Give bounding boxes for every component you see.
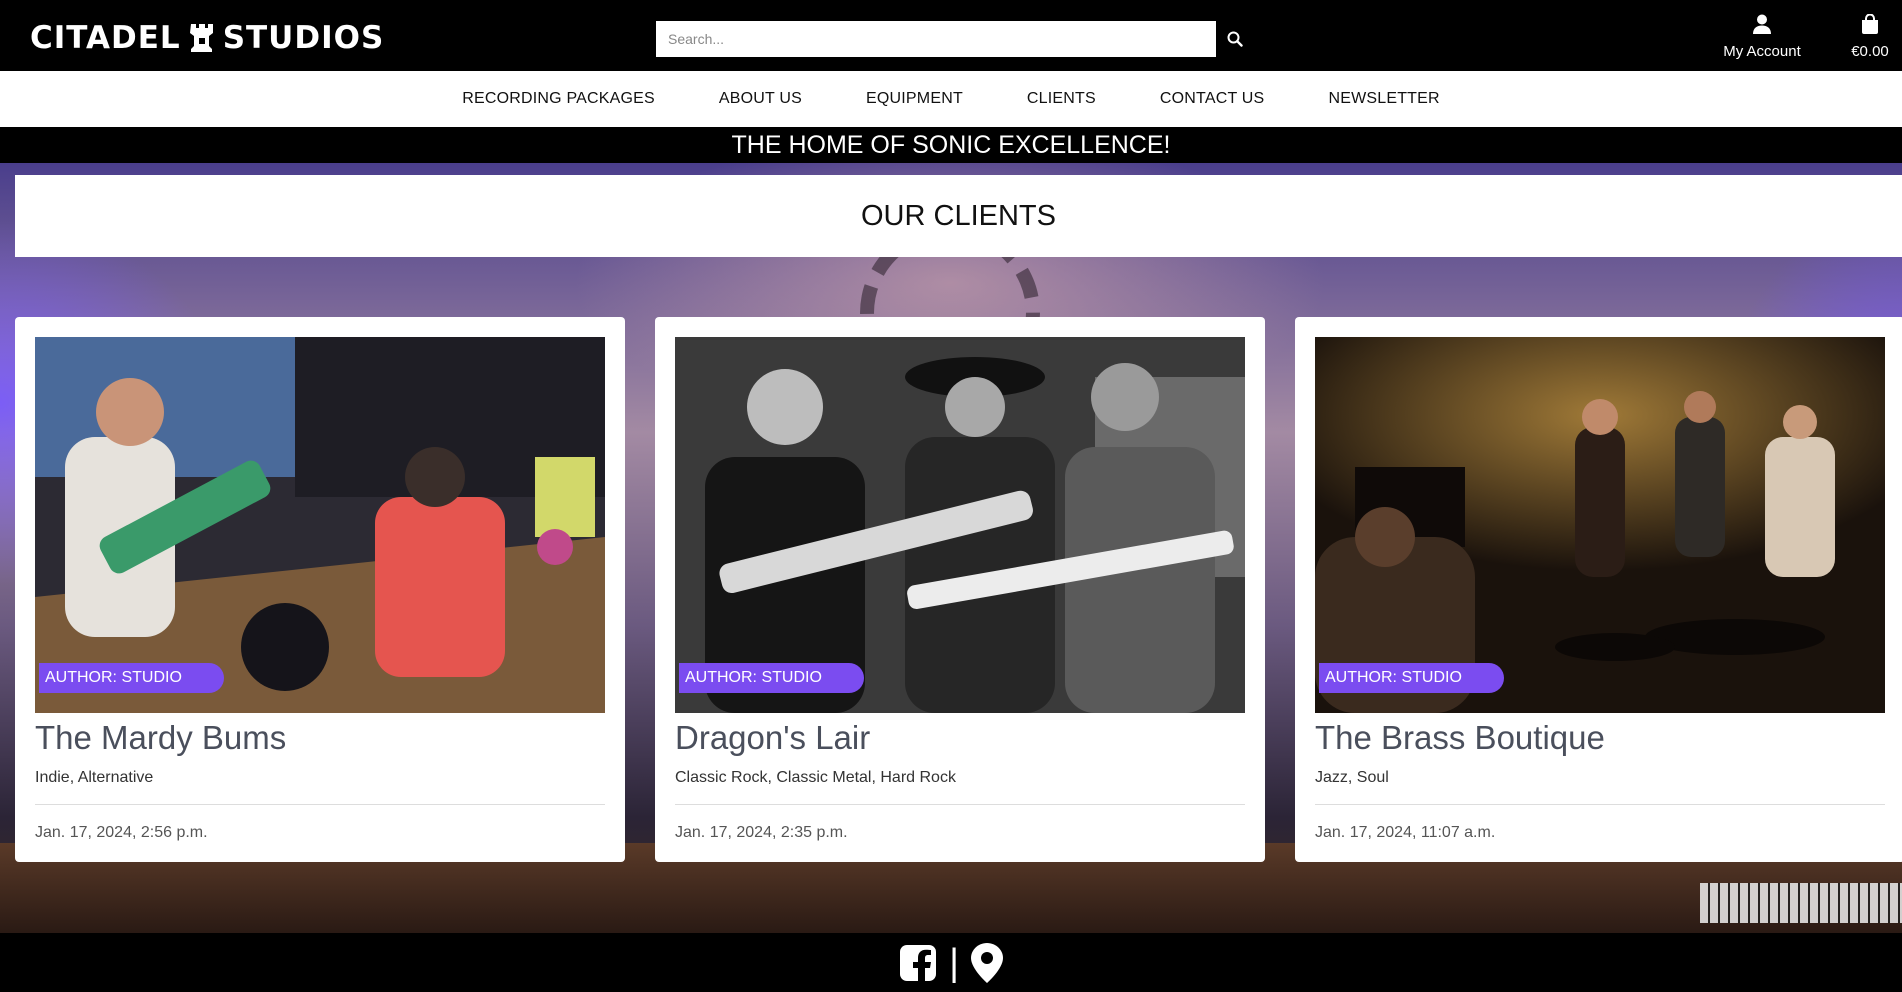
search-button[interactable] (1222, 26, 1248, 52)
client-date: Jan. 17, 2024, 2:56 p.m. (35, 824, 208, 841)
facebook-icon[interactable] (899, 944, 937, 982)
client-card[interactable]: AUTHOR: STUDIO The Mardy Bums Indie, Alt… (15, 317, 625, 862)
location-pin-icon[interactable] (970, 942, 1003, 983)
main-nav: RECORDING PACKAGES ABOUT US EQUIPMENT CL… (0, 71, 1902, 127)
jazz-band-photo (1315, 337, 1885, 713)
search-bar (656, 21, 1216, 57)
site-logo[interactable]: CITADEL STUDIOS (30, 20, 384, 56)
client-card[interactable]: AUTHOR: STUDIO Dragon's Lair Classic Roc… (655, 317, 1265, 862)
client-photo[interactable]: AUTHOR: STUDIO (675, 337, 1245, 713)
client-genres: Jazz, Soul (1315, 769, 1389, 786)
top-bar: CITADEL STUDIOS My Account €0.00 (0, 0, 1902, 71)
nav-item-recording-packages[interactable]: RECORDING PACKAGES (430, 90, 687, 108)
logo-text-left: CITADEL (30, 20, 181, 56)
background-keyboard (1700, 883, 1902, 923)
card-divider (35, 804, 605, 805)
client-genres: Indie, Alternative (35, 769, 154, 786)
footer: | (0, 933, 1902, 992)
rook-icon (189, 24, 213, 52)
author-badge: AUTHOR: STUDIO (679, 663, 864, 693)
nav-item-contact-us[interactable]: CONTACT US (1128, 90, 1297, 108)
card-divider (675, 804, 1245, 805)
client-genres: Classic Rock, Classic Metal, Hard Rock (675, 769, 956, 786)
nav-item-about-us[interactable]: ABOUT US (687, 90, 834, 108)
client-photo[interactable]: AUTHOR: STUDIO (35, 337, 605, 713)
footer-separator: | (949, 941, 959, 984)
author-badge: AUTHOR: STUDIO (1319, 663, 1504, 693)
user-icon (1753, 14, 1771, 34)
client-name[interactable]: The Mardy Bums (35, 719, 286, 757)
indie-band-photo (35, 337, 605, 713)
search-icon (1227, 31, 1243, 47)
shopping-bag-link[interactable]: €0.00 (1838, 13, 1902, 60)
rock-band-photo (675, 337, 1245, 713)
client-name[interactable]: The Brass Boutique (1315, 719, 1605, 757)
client-card[interactable]: AUTHOR: STUDIO The Brass Boutique Jazz, … (1295, 317, 1902, 862)
tagline-banner: THE HOME OF SONIC EXCELLENCE! (0, 127, 1902, 163)
client-date: Jan. 17, 2024, 11:07 a.m. (1315, 824, 1496, 841)
card-divider (1315, 804, 1885, 805)
client-name[interactable]: Dragon's Lair (675, 719, 870, 757)
nav-item-newsletter[interactable]: NEWSLETTER (1296, 90, 1471, 108)
my-account-label: My Account (1723, 43, 1801, 60)
client-photo[interactable]: AUTHOR: STUDIO (1315, 337, 1885, 713)
nav-item-equipment[interactable]: EQUIPMENT (834, 90, 995, 108)
client-date: Jan. 17, 2024, 2:35 p.m. (675, 824, 848, 841)
my-account-link[interactable]: My Account (1712, 14, 1812, 60)
nav-item-clients[interactable]: CLIENTS (995, 90, 1128, 108)
logo-text-right: STUDIOS (222, 20, 385, 56)
search-input[interactable] (656, 21, 1216, 57)
page-title: OUR CLIENTS (861, 199, 1056, 232)
shopping-bag-icon (1862, 13, 1878, 34)
page-title-band: OUR CLIENTS (15, 175, 1902, 257)
cart-total: €0.00 (1851, 43, 1889, 60)
author-badge: AUTHOR: STUDIO (39, 663, 224, 693)
